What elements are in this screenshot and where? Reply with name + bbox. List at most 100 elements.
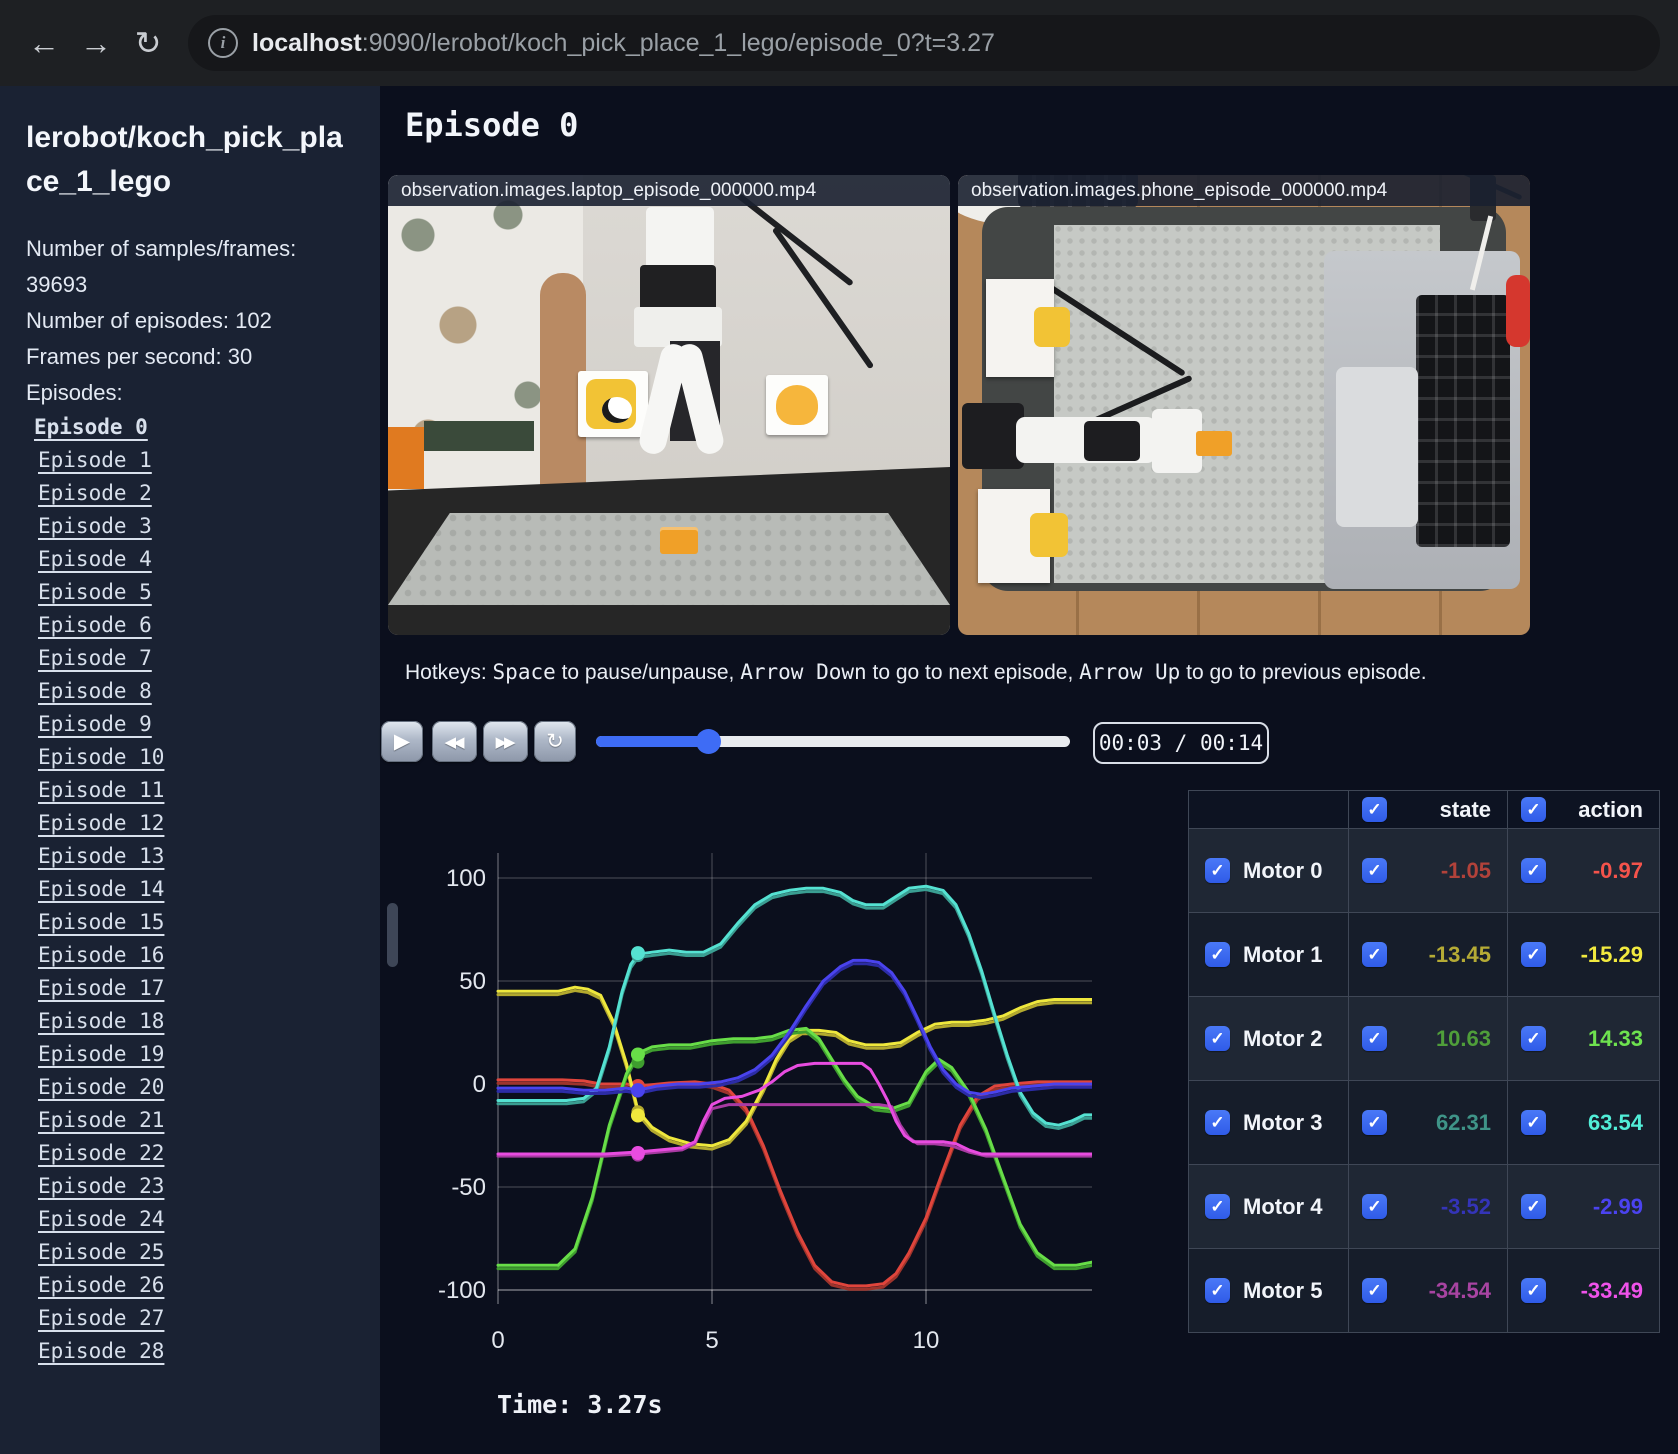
sidebar-item-episode-2[interactable]: Episode 2 [26,477,354,510]
motor-table-body: ✓ Motor 0 ✓ -1.05 ✓ -0.97 ✓ Motor 1 ✓ -13.45 ✓ -15.… [1189,828,1659,1332]
sidebar-item-episode-9[interactable]: Episode 9 [26,708,354,741]
sidebar-item-episode-26[interactable]: Episode 26 [26,1269,354,1302]
sidebar-item-episode-17[interactable]: Episode 17 [26,972,354,1005]
marker-action-motor-1 [630,1108,645,1123]
loop-button[interactable]: ↻ [534,721,576,762]
motor-state-cell: ✓ 62.31 [1348,1080,1507,1164]
y-tick-label-50: 50 [459,968,486,995]
sidebar-item-episode-23[interactable]: Episode 23 [26,1170,354,1203]
motor-0-checkbox[interactable]: ✓ [1205,858,1230,883]
action-column-checkbox[interactable]: ✓ [1521,797,1546,822]
current-time-label: Time: 3.27s [497,1390,663,1419]
motor-action-value: -15.29 [1580,941,1643,967]
marker-action-motor-4 [630,1083,645,1098]
table-row-motor-0: ✓ Motor 0 ✓ -1.05 ✓ -0.97 [1189,828,1659,912]
sidebar-item-episode-21[interactable]: Episode 21 [26,1104,354,1137]
play-button[interactable]: ▶ [381,721,423,762]
state-column-checkbox[interactable]: ✓ [1362,797,1387,822]
sidebar-item-episode-20[interactable]: Episode 20 [26,1071,354,1104]
url-text[interactable]: localhost:9090/lerobot/koch_pick_place_1… [252,29,995,58]
motor-2-action-checkbox[interactable]: ✓ [1521,1026,1546,1051]
sidebar-item-episode-12[interactable]: Episode 12 [26,807,354,840]
motor-action-value: -2.99 [1592,1193,1643,1219]
motor-2-checkbox[interactable]: ✓ [1205,1026,1230,1051]
y-tick-label--50: -50 [451,1174,486,1201]
x-tick-label-0: 0 [491,1327,504,1354]
motor-2-state-checkbox[interactable]: ✓ [1362,1026,1387,1051]
header-action-cell: ✓ action [1507,791,1659,828]
motor-1-checkbox[interactable]: ✓ [1205,942,1230,967]
motor-1-action-checkbox[interactable]: ✓ [1521,942,1546,967]
sidebar-item-episode-8[interactable]: Episode 8 [26,675,354,708]
sidebar-item-episode-25[interactable]: Episode 25 [26,1236,354,1269]
seek-slider-thumb[interactable] [696,729,721,754]
motor-5-checkbox[interactable]: ✓ [1205,1278,1230,1303]
video-phone-caption: observation.images.phone_episode_000000.… [958,175,1530,206]
sidebar-item-episode-6[interactable]: Episode 6 [26,609,354,642]
sidebar-item-episode-1[interactable]: Episode 1 [26,444,354,477]
sidebar-item-episode-16[interactable]: Episode 16 [26,939,354,972]
sidebar-item-episode-28[interactable]: Episode 28 [26,1335,354,1368]
sidebar-item-episode-15[interactable]: Episode 15 [26,906,354,939]
sidebar-item-episode-4[interactable]: Episode 4 [26,543,354,576]
sidebar-item-episode-7[interactable]: Episode 7 [26,642,354,675]
site-info-icon[interactable]: i [208,28,238,58]
robot-arm-motor [640,265,716,311]
forward-icon[interactable]: → [70,25,122,62]
robot-arm-top [646,207,714,269]
y-tick-label-0: 0 [473,1071,486,1098]
yellow-sticker [1030,513,1068,557]
rewind-button[interactable]: ◀◀ [432,721,477,762]
motor-5-action-checkbox[interactable]: ✓ [1521,1278,1546,1303]
reload-icon[interactable]: ↻ [122,24,174,62]
motor-0-action-checkbox[interactable]: ✓ [1521,858,1546,883]
motor-3-state-checkbox[interactable]: ✓ [1362,1110,1387,1135]
video-laptop-camera[interactable]: observation.images.laptop_episode_000000… [388,175,950,635]
header-empty-cell [1189,791,1348,828]
motor-name-cell: ✓ Motor 5 [1189,1248,1348,1332]
motor-name: Motor 2 [1243,1025,1323,1051]
motor-1-state-checkbox[interactable]: ✓ [1362,942,1387,967]
fast-forward-button[interactable]: ▶▶ [483,721,528,762]
motor-state-value: -13.45 [1428,941,1491,967]
sidebar-item-episode-3[interactable]: Episode 3 [26,510,354,543]
url-host: localhost [252,28,362,57]
motor-action-cell: ✓ 14.33 [1507,996,1659,1080]
line-state-motor-0 [496,1081,1092,1291]
video-phone-camera[interactable]: observation.images.phone_episode_000000.… [958,175,1530,635]
sidebar-item-episode-13[interactable]: Episode 13 [26,840,354,873]
laptop-trackpad [1336,367,1418,527]
sidebar-item-episode-18[interactable]: Episode 18 [26,1005,354,1038]
motor-4-checkbox[interactable]: ✓ [1205,1194,1230,1219]
lego-brick [1196,431,1232,456]
panda-face [602,397,632,423]
back-icon[interactable]: ← [18,25,70,62]
motor-3-action-checkbox[interactable]: ✓ [1521,1110,1546,1135]
motor-5-state-checkbox[interactable]: ✓ [1362,1278,1387,1303]
sidebar-item-episode-0[interactable]: Episode 0 [26,411,354,444]
marker-action-motor-5 [630,1145,645,1160]
sidebar-item-episode-10[interactable]: Episode 10 [26,741,354,774]
motor-name: Motor 4 [1243,1193,1323,1219]
motor-name-cell: ✓ Motor 4 [1189,1164,1348,1248]
sidebar-item-episode-19[interactable]: Episode 19 [26,1038,354,1071]
sidebar-item-episode-11[interactable]: Episode 11 [26,774,354,807]
sidebar-item-episode-14[interactable]: Episode 14 [26,873,354,906]
line-action-motor-5 [496,1061,1092,1156]
motor-name-cell: ✓ Motor 1 [1189,912,1348,996]
motor-4-action-checkbox[interactable]: ✓ [1521,1194,1546,1219]
laptop [1324,251,1520,589]
sidebar-item-episode-5[interactable]: Episode 5 [26,576,354,609]
sidebar-item-episode-22[interactable]: Episode 22 [26,1137,354,1170]
motor-3-checkbox[interactable]: ✓ [1205,1110,1230,1135]
sidebar-item-episode-27[interactable]: Episode 27 [26,1302,354,1335]
address-bar[interactable]: i localhost:9090/lerobot/koch_pick_place… [188,15,1660,71]
sidebar-item-episode-24[interactable]: Episode 24 [26,1203,354,1236]
motor-4-state-checkbox[interactable]: ✓ [1362,1194,1387,1219]
motor-0-state-checkbox[interactable]: ✓ [1362,858,1387,883]
controller-board [424,421,534,451]
table-row-motor-2: ✓ Motor 2 ✓ 10.63 ✓ 14.33 [1189,996,1659,1080]
motor-name-cell: ✓ Motor 2 [1189,996,1348,1080]
marker-action-motor-3 [630,946,645,961]
hotkeys-help: Hotkeys: Space to pause/unpause, Arrow D… [405,660,1427,684]
